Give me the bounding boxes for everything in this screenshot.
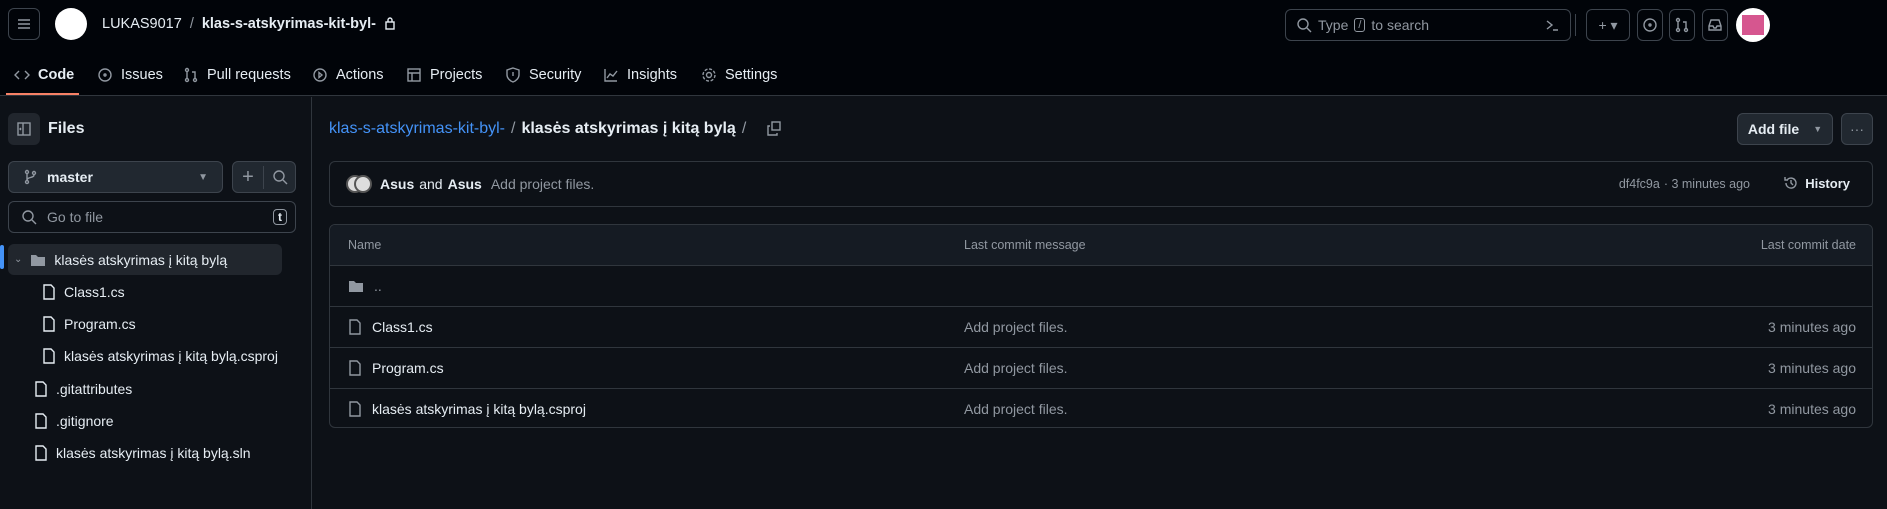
file-table: Name Last commit message Last commit dat…	[329, 224, 1873, 428]
add-file-button[interactable]: Add file ▼	[1737, 113, 1833, 145]
file-name-link[interactable]: klasės atskyrimas į kitą bylą.csproj	[372, 401, 586, 417]
gear-icon	[702, 68, 716, 82]
table-header: Name Last commit message Last commit dat…	[330, 225, 1872, 265]
chevron-down-icon: ▼	[198, 171, 208, 183]
owner-link[interactable]: LUKAS9017	[102, 16, 182, 32]
commit-author-link[interactable]: Asus	[380, 176, 414, 192]
table-icon	[407, 68, 421, 82]
more-options-button[interactable]: ···	[1841, 113, 1873, 145]
pull-requests-button[interactable]	[1669, 9, 1695, 41]
tree-item-file[interactable]: klasės atskyrimas į kitą bylą.csproj	[8, 340, 308, 371]
commit-author-link[interactable]: Asus	[448, 176, 482, 192]
selected-indicator	[0, 245, 4, 269]
code-icon	[14, 70, 30, 80]
tree-item-file[interactable]: Program.cs	[8, 308, 282, 339]
file-icon	[35, 412, 47, 429]
file-icon	[349, 401, 361, 417]
folder-icon	[349, 281, 363, 292]
tree-item-file[interactable]: .gitattributes	[8, 373, 282, 404]
file-icon	[349, 319, 361, 335]
shield-icon	[506, 67, 520, 83]
file-icon	[43, 347, 55, 364]
tree-item-file[interactable]: klasės atskyrimas į kitą bylą.sln	[8, 437, 282, 468]
nav-tab-settings[interactable]: Settings	[701, 60, 777, 90]
inbox-icon	[1708, 19, 1722, 31]
issue-icon	[1643, 18, 1657, 32]
file-icon	[43, 283, 55, 300]
search-icon	[1297, 18, 1312, 33]
chevron-down-icon: ⌄	[14, 254, 23, 265]
file-icon	[43, 315, 55, 332]
file-icon	[35, 444, 47, 461]
avatar	[354, 175, 372, 193]
menu-button[interactable]	[8, 8, 40, 40]
nav-tab-projects[interactable]: Projects	[406, 60, 482, 90]
divider	[1575, 14, 1576, 36]
file-icon	[349, 360, 361, 376]
plus-icon: + ▾	[1598, 16, 1618, 33]
collapse-sidebar-button[interactable]	[8, 113, 40, 145]
copy-path-icon[interactable]	[766, 121, 782, 137]
commit-sha-link[interactable]: df4fc9a	[1619, 177, 1660, 191]
tree-item-file[interactable]: .gitignore	[8, 405, 282, 436]
table-row[interactable]: Class1.cs Add project files. 3 minutes a…	[330, 306, 1872, 347]
github-logo-icon[interactable]	[55, 8, 87, 40]
hamburger-icon	[18, 19, 30, 29]
pull-request-icon	[1675, 17, 1689, 33]
breadcrumb-repo-link[interactable]: klas-s-atskyrimas-kit-byl-	[329, 120, 505, 138]
latest-commit-bar: Asus and Asus Add project files. df4fc9a…	[329, 161, 1873, 207]
folder-icon	[31, 254, 46, 266]
file-name-link[interactable]: Program.cs	[372, 360, 444, 376]
breadcrumb: klas-s-atskyrimas-kit-byl- / klasės atsk…	[329, 120, 782, 138]
search-icon	[272, 170, 287, 185]
commit-message-link[interactable]: Add project files.	[964, 401, 1068, 417]
tree-item-folder[interactable]: ⌄ klasės atskyrimas į kitą bylą	[8, 244, 282, 275]
top-header: LUKAS9017 / klas-s-atskyrimas-kit-byl- T…	[0, 0, 1887, 96]
file-tree-sidebar: Files master ▼ + Go to file t ⌄ klasės at…	[0, 97, 312, 509]
history-button[interactable]: History	[1783, 175, 1850, 191]
command-palette-icon[interactable]	[1544, 17, 1560, 33]
sidebar-collapse-icon	[17, 122, 31, 136]
search-input[interactable]: Type / to search	[1285, 9, 1571, 41]
repo-title: LUKAS9017 / klas-s-atskyrimas-kit-byl-	[102, 16, 396, 32]
nav-tab-code[interactable]: Code	[14, 60, 74, 90]
file-actions-group: +	[232, 161, 296, 193]
kebab-horizontal-icon: ···	[1850, 121, 1864, 137]
branch-selector[interactable]: master ▼	[8, 161, 223, 193]
table-row[interactable]: klasės atskyrimas į kitą bylą.csproj Add…	[330, 388, 1872, 427]
go-to-file-input[interactable]: Go to file t	[8, 201, 296, 233]
file-name-link[interactable]: Class1.cs	[372, 319, 433, 335]
history-icon	[1784, 177, 1797, 189]
file-icon	[35, 380, 47, 397]
play-icon	[313, 68, 327, 82]
issues-button[interactable]	[1637, 9, 1663, 41]
active-tab-indicator	[6, 93, 79, 95]
search-icon	[22, 210, 37, 225]
pull-request-icon	[184, 67, 198, 83]
create-new-button[interactable]: + ▾	[1586, 9, 1630, 41]
breadcrumb-current: klasės atskyrimas į kitą bylą	[521, 120, 736, 137]
inbox-button[interactable]	[1702, 9, 1728, 41]
repo-link[interactable]: klas-s-atskyrimas-kit-byl-	[202, 16, 376, 32]
nav-tab-issues[interactable]: Issues	[97, 60, 163, 90]
add-file-plus-button[interactable]: +	[233, 165, 265, 189]
nav-tab-pull-requests[interactable]: Pull requests	[183, 60, 291, 90]
issue-icon	[98, 68, 112, 82]
nav-tab-actions[interactable]: Actions	[312, 60, 384, 90]
git-branch-icon	[24, 169, 37, 185]
sidebar-title: Files	[48, 120, 85, 137]
graph-icon	[604, 69, 618, 82]
commit-message-link[interactable]: Add project files.	[491, 176, 595, 192]
tree-item-file[interactable]: Class1.cs	[8, 276, 282, 307]
avatar[interactable]	[1736, 8, 1770, 42]
parent-directory-row[interactable]: ..	[330, 265, 1872, 306]
commit-message-link[interactable]: Add project files.	[964, 319, 1068, 335]
commit-message-link[interactable]: Add project files.	[964, 360, 1068, 376]
search-files-button[interactable]	[264, 169, 295, 185]
lock-icon	[385, 17, 395, 30]
nav-tab-security[interactable]: Security	[505, 60, 581, 90]
nav-tab-insights[interactable]: Insights	[603, 60, 677, 90]
table-row[interactable]: Program.cs Add project files. 3 minutes …	[330, 347, 1872, 388]
chevron-down-icon: ▼	[1813, 124, 1823, 134]
